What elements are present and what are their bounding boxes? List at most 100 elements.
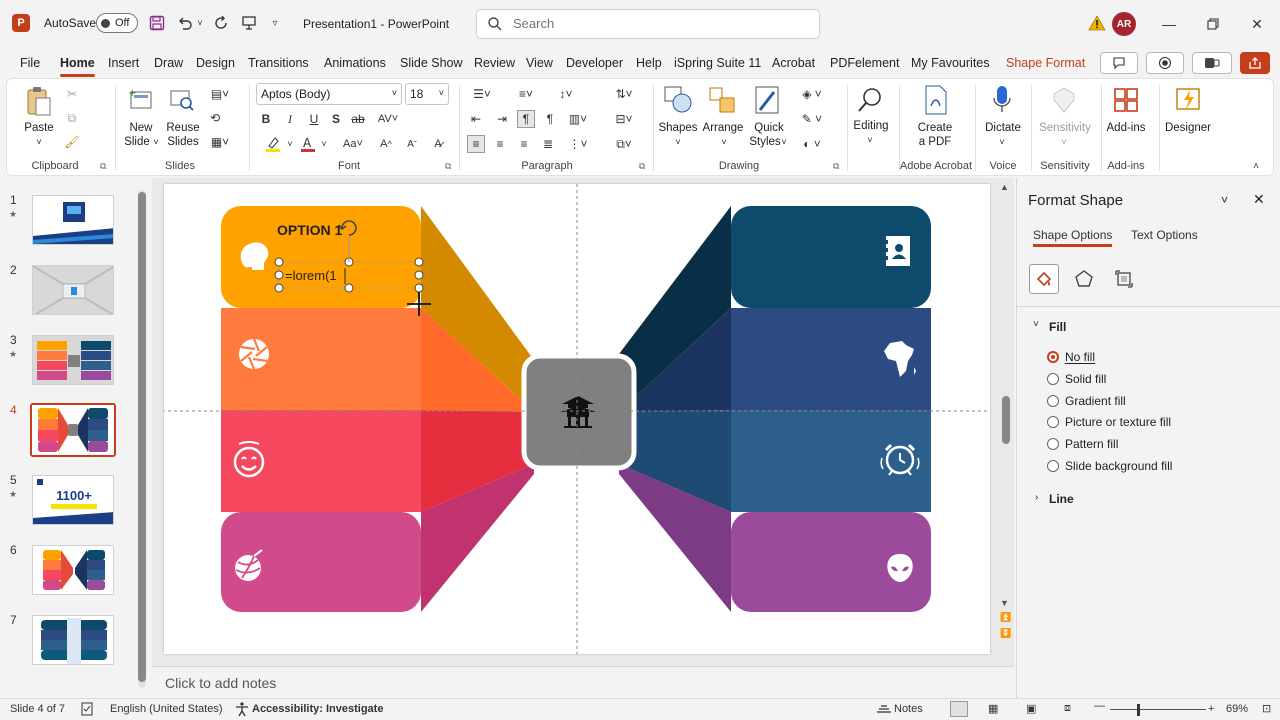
tab-design[interactable]: Design <box>196 56 235 70</box>
zoom-out-icon[interactable]: — <box>1094 700 1105 712</box>
quick-styles-label-1[interactable]: Quick <box>747 121 791 135</box>
shapes-dropdown-icon[interactable]: ˅ <box>673 135 683 149</box>
scroll-up-icon[interactable]: ▲ <box>1000 182 1009 192</box>
radio-button[interactable] <box>1047 351 1059 363</box>
tab-pdfelement[interactable]: PDFelement <box>830 56 899 70</box>
new-slide-icon[interactable]: + <box>125 85 155 115</box>
close-pane-icon[interactable]: ✕ <box>1253 191 1265 208</box>
radio-button[interactable] <box>1047 416 1059 428</box>
cut-icon[interactable]: ✂ <box>63 85 81 103</box>
size-properties-icon[interactable] <box>1109 264 1139 294</box>
notes-icon[interactable] <box>876 702 892 719</box>
option-bar-3[interactable] <box>221 410 421 512</box>
zoom-slider-thumb[interactable] <box>1137 704 1140 716</box>
copy-icon[interactable]: ⧉ <box>63 109 81 127</box>
collapse-ribbon-icon[interactable]: ˄ <box>1249 159 1263 173</box>
decrease-indent-icon[interactable]: ⇤ <box>467 110 485 128</box>
grow-font-button[interactable]: A ^ <box>377 135 395 153</box>
slide-sorter-icon[interactable]: ▦ <box>988 702 998 715</box>
strikethrough-button[interactable]: ab <box>349 110 367 128</box>
clear-formatting-icon[interactable]: A̷ <box>429 135 447 153</box>
minimize-icon[interactable]: — <box>1154 10 1184 38</box>
pane-options-chevron-icon[interactable]: ˅ <box>1221 193 1228 207</box>
character-spacing-button[interactable]: AV˅ <box>373 110 403 128</box>
font-size-select[interactable]: 18 ˅ <box>405 83 449 105</box>
restore-icon[interactable] <box>1198 10 1228 38</box>
radio-button[interactable] <box>1047 373 1059 385</box>
notes-placeholder[interactable]: Click to add notes <box>165 675 276 691</box>
tab-insert[interactable]: Insert <box>108 56 139 70</box>
autosave-toggle[interactable]: Off <box>96 13 138 33</box>
language-indicator[interactable]: English (United States) <box>110 703 223 715</box>
radio-pattern-fill[interactable]: Pattern fill <box>1047 437 1118 451</box>
new-slide-dropdown-icon[interactable]: ˅ <box>151 135 161 149</box>
warning-icon[interactable] <box>1088 14 1106 35</box>
reading-view-icon[interactable]: ▣ <box>1026 702 1036 715</box>
bullets-icon[interactable]: ☰˅ <box>467 85 497 103</box>
tab-file[interactable]: File <box>20 56 40 70</box>
tab-my-favourites[interactable]: My Favourites <box>911 56 990 70</box>
tab-help[interactable]: Help <box>636 56 662 70</box>
editing-icon[interactable] <box>853 83 887 117</box>
numbering-icon[interactable]: ≡˅ <box>511 85 541 103</box>
scroll-down-icon[interactable]: ▼ <box>1000 598 1009 608</box>
dictate-label[interactable]: Dictate <box>981 121 1025 135</box>
radio-gradient-fill[interactable]: Gradient fill <box>1047 394 1126 408</box>
font-color-dropdown-icon[interactable]: ˅ <box>315 135 333 153</box>
rtl-icon[interactable]: ¶ <box>541 110 559 128</box>
line-spacing-icon[interactable]: ↕˅ <box>551 85 581 103</box>
justify-icon[interactable]: ≣ <box>539 135 557 153</box>
tab-acrobat[interactable]: Acrobat <box>772 56 815 70</box>
proofing-icon[interactable] <box>80 702 94 719</box>
tab-view[interactable]: View <box>526 56 553 70</box>
italic-button[interactable]: I <box>281 110 299 128</box>
radio-picture-texture-fill[interactable]: Picture or texture fill <box>1047 415 1171 429</box>
editing-dropdown-icon[interactable]: ˅ <box>865 133 875 147</box>
ltr-icon[interactable]: ¶ <box>517 110 535 128</box>
zoom-slider-track[interactable] <box>1110 709 1206 710</box>
tab-shape-options[interactable]: Shape Options <box>1033 228 1113 247</box>
shape-effects-icon[interactable]: ◐ ˅ <box>795 135 829 153</box>
option-1-title[interactable]: OPTION 1 <box>277 222 343 238</box>
editing-label[interactable]: Editing <box>849 119 893 133</box>
teams-button[interactable] <box>1192 52 1232 74</box>
reuse-slides-label-2[interactable]: Slides <box>165 135 201 149</box>
bold-button[interactable]: B <box>257 110 275 128</box>
dictate-dropdown-icon[interactable]: ˅ <box>997 135 1007 149</box>
line-section-header[interactable]: Line <box>1049 492 1074 506</box>
fill-line-icon[interactable] <box>1029 264 1059 294</box>
paste-icon[interactable] <box>23 85 55 119</box>
close-icon[interactable]: ✕ <box>1242 10 1272 38</box>
quick-styles-icon[interactable] <box>751 83 785 117</box>
add-ins-icon[interactable] <box>1109 83 1143 117</box>
new-slide-label-1[interactable]: New <box>123 121 159 135</box>
designer-icon[interactable] <box>1171 83 1205 117</box>
fill-chevron-icon[interactable]: ˅ <box>1033 319 1039 330</box>
arrange-icon[interactable] <box>705 83 739 117</box>
reuse-slides-label-1[interactable]: Reuse <box>165 121 201 135</box>
drawing-launcher-icon[interactable]: ⧉ <box>833 161 839 172</box>
change-case-button[interactable]: Aa˅ <box>337 135 369 153</box>
undo-icon[interactable] <box>174 12 196 34</box>
notes-toggle[interactable]: Notes <box>894 703 923 715</box>
columns-icon[interactable]: ▥˅ <box>563 110 593 128</box>
create-pdf-icon[interactable] <box>919 83 953 117</box>
normal-view-icon[interactable] <box>950 701 968 717</box>
radio-solid-fill[interactable]: Solid fill <box>1047 372 1106 386</box>
accessibility-status[interactable]: Accessibility: Investigate <box>252 703 383 715</box>
paste-dropdown-icon[interactable]: ˅ <box>33 135 45 149</box>
shape-fill-icon[interactable]: ◈ ˅ <box>795 85 829 103</box>
share-button[interactable] <box>1240 52 1270 74</box>
tab-ispring[interactable]: iSpring Suite 11 <box>674 56 761 70</box>
search-box[interactable] <box>476 9 820 39</box>
tab-developer[interactable]: Developer <box>566 56 623 70</box>
line-chevron-icon[interactable]: › <box>1035 492 1038 503</box>
sensitivity-dropdown-icon[interactable]: ˅ <box>1059 135 1069 149</box>
zoom-level[interactable]: 69% <box>1226 703 1248 715</box>
undo-dropdown-icon[interactable]: ˅ <box>194 12 206 34</box>
slide-thumbnail-6[interactable] <box>32 545 114 595</box>
paste-label[interactable]: Paste <box>21 121 57 135</box>
shadow-button[interactable]: S <box>327 110 345 128</box>
search-input[interactable] <box>513 16 803 31</box>
new-slide-label-2[interactable]: Slide <box>119 135 155 149</box>
